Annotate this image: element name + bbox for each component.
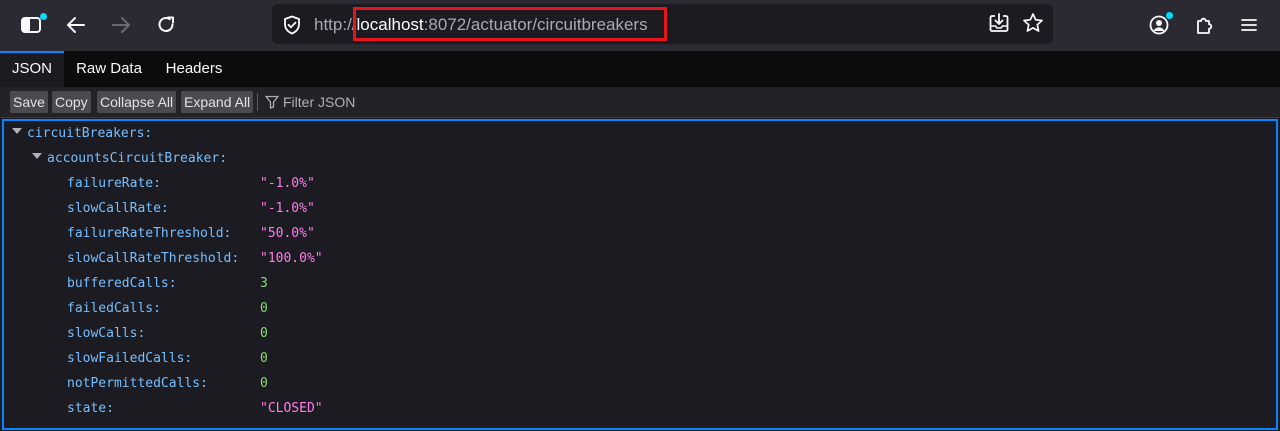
save-button[interactable]: Save xyxy=(10,91,48,113)
sidebar-badge xyxy=(40,13,47,20)
tab-json[interactable]: JSON xyxy=(0,51,64,87)
json-value: "-1.0%" xyxy=(260,176,315,191)
expand-toggle-icon[interactable] xyxy=(32,153,42,159)
tree-row[interactable]: slowFailedCalls: 0 xyxy=(67,346,1267,371)
json-value: 0 xyxy=(260,301,268,316)
reload-button[interactable] xyxy=(149,8,183,42)
tree-row[interactable]: state: "CLOSED" xyxy=(67,396,1267,421)
tree-row[interactable]: failureRateThreshold: "50.0%" xyxy=(67,221,1267,246)
json-key: slowCallRate: xyxy=(67,201,169,216)
json-value: "-1.0%" xyxy=(260,201,315,216)
json-key: slowCallRateThreshold: xyxy=(67,251,240,266)
tree-row-accounts-circuit-breaker[interactable]: accountsCircuitBreaker: xyxy=(47,146,227,171)
extensions-icon xyxy=(1193,14,1215,36)
account-button[interactable] xyxy=(1142,8,1176,42)
toolbar-divider xyxy=(257,93,258,111)
reload-icon xyxy=(156,15,176,35)
json-tree: circuitBreakers: accountsCircuitBreaker:… xyxy=(2,119,1278,430)
collapse-all-button[interactable]: Collapse All xyxy=(97,91,177,113)
app-menu-button[interactable] xyxy=(1232,8,1266,42)
back-icon xyxy=(66,15,86,35)
tab-headers[interactable]: Headers xyxy=(154,51,234,87)
shield-icon[interactable] xyxy=(282,15,302,35)
tree-row[interactable]: failedCalls: 0 xyxy=(67,296,1267,321)
json-value: 0 xyxy=(260,326,268,341)
json-value: "100.0%" xyxy=(260,251,323,266)
tree-row[interactable]: slowCallRate: "-1.0%" xyxy=(67,196,1267,221)
json-key: state: xyxy=(67,401,114,416)
tree-row[interactable]: failureRate: "-1.0%" xyxy=(67,171,1267,196)
expand-toggle-icon[interactable] xyxy=(12,128,22,134)
json-key: circuitBreakers xyxy=(27,126,145,141)
download-icon xyxy=(988,12,1010,39)
json-value: "50.0%" xyxy=(260,226,315,241)
copy-button[interactable]: Copy xyxy=(52,91,91,113)
tree-row[interactable]: bufferedCalls: 3 xyxy=(67,271,1267,296)
tree-row[interactable]: slowCalls: 0 xyxy=(67,321,1267,346)
json-value: 3 xyxy=(260,276,268,291)
forward-icon xyxy=(111,15,131,35)
json-action-bar: Save Copy Collapse All Expand All xyxy=(0,87,1280,118)
extensions-button[interactable] xyxy=(1187,8,1221,42)
json-viewer-tabs: JSON Raw Data Headers xyxy=(0,51,1280,87)
json-key: slowFailedCalls: xyxy=(67,351,193,366)
menu-icon xyxy=(1240,17,1258,33)
browser-toolbar: http://localhost:8072/actuator/circuitbr… xyxy=(0,0,1280,51)
url-highlight-box xyxy=(353,7,667,41)
json-value: 0 xyxy=(260,351,268,366)
json-key: failedCalls: xyxy=(67,301,161,316)
tree-row[interactable]: slowCallRateThreshold: "100.0%" xyxy=(67,246,1267,271)
json-value: "CLOSED" xyxy=(260,401,323,416)
tree-row-circuit-breakers[interactable]: circuitBreakers: xyxy=(27,121,152,146)
json-key: failureRateThreshold: xyxy=(67,226,232,241)
url-bar[interactable]: http://localhost:8072/actuator/circuitbr… xyxy=(272,4,1053,44)
json-key: slowCalls: xyxy=(67,326,146,341)
tree-row[interactable]: notPermittedCalls: 0 xyxy=(67,371,1267,396)
tab-raw-data[interactable]: Raw Data xyxy=(66,51,152,87)
json-key: notPermittedCalls: xyxy=(67,376,208,391)
sidebar-toggle-button[interactable] xyxy=(14,8,48,42)
sidebar-icon xyxy=(20,15,42,35)
filter-json-input[interactable] xyxy=(283,91,583,113)
forward-button[interactable] xyxy=(104,8,138,42)
url-scheme: http:// xyxy=(314,15,357,34)
star-icon xyxy=(1022,12,1044,39)
expand-all-button[interactable]: Expand All xyxy=(181,91,254,113)
back-button[interactable] xyxy=(59,8,93,42)
save-page-button[interactable] xyxy=(987,12,1011,39)
account-badge xyxy=(1166,12,1173,19)
json-value: 0 xyxy=(260,376,268,391)
json-key: failureRate: xyxy=(67,176,161,191)
filter-icon xyxy=(265,95,279,109)
json-key: bufferedCalls: xyxy=(67,276,177,291)
json-key: accountsCircuitBreaker xyxy=(47,151,220,166)
bookmark-button[interactable] xyxy=(1021,12,1045,39)
